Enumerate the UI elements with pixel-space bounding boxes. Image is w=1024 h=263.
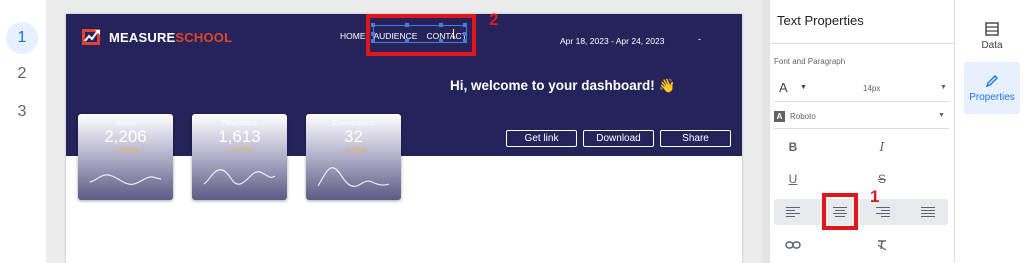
divider bbox=[774, 101, 949, 102]
font-family-icon: A bbox=[774, 111, 785, 122]
scorecard-value: 32 bbox=[344, 127, 363, 146]
chevron-down-icon[interactable]: ▼ bbox=[938, 112, 945, 119]
rail-data-label: Data bbox=[981, 40, 1003, 51]
clear-format-icon[interactable] bbox=[870, 236, 894, 254]
scorecard-views[interactable]: Views 2,206 ↓ -22.3% bbox=[78, 114, 173, 200]
scorecard-value: 1,613 bbox=[218, 127, 261, 146]
sparkline-conversions bbox=[317, 167, 390, 187]
rail-properties-label: Properties bbox=[969, 92, 1015, 103]
sparkline-total-users bbox=[203, 169, 276, 185]
scorecard-title: Conversions bbox=[332, 118, 375, 127]
step-1[interactable]: 1 bbox=[6, 22, 38, 54]
get-link-button[interactable]: Get link bbox=[506, 130, 577, 147]
strikethrough-button[interactable]: S bbox=[870, 170, 894, 188]
scorecard-delta: ↓ -23.7% bbox=[226, 147, 253, 154]
download-button[interactable]: Download bbox=[583, 130, 654, 147]
scorecard-delta: ↓ -17.9% bbox=[340, 147, 367, 154]
divider bbox=[774, 128, 949, 129]
pencil-icon bbox=[985, 75, 998, 88]
text-properties-panel: Text Properties Font and Paragraph A ▼ 1… bbox=[770, 0, 955, 263]
scorecard-conversions[interactable]: Conversions 32 ↓ -17.9% bbox=[306, 114, 401, 200]
italic-button[interactable]: I bbox=[870, 138, 894, 156]
rail-properties-tab[interactable]: Properties bbox=[964, 62, 1020, 114]
underline-button[interactable]: U bbox=[781, 170, 805, 188]
header-dash: - bbox=[698, 34, 701, 44]
link-icon[interactable] bbox=[781, 236, 805, 254]
logo-mark-icon bbox=[81, 26, 103, 48]
annotation-number-1: 1 bbox=[870, 187, 880, 206]
step-list: 1 2 3 bbox=[0, 0, 46, 263]
scorecard-title: Total users bbox=[221, 118, 258, 127]
annotation-number-2: 2 bbox=[489, 10, 499, 29]
share-button[interactable]: Share bbox=[660, 130, 731, 147]
align-justify-icon[interactable] bbox=[921, 206, 935, 218]
bold-button[interactable]: B bbox=[781, 138, 805, 156]
scorecard-value: 2,206 bbox=[104, 127, 147, 146]
font-color-icon[interactable]: A bbox=[779, 80, 788, 95]
step-2[interactable]: 2 bbox=[6, 58, 38, 90]
scorecard-total-users[interactable]: Total users 1,613 ↓ -23.7% bbox=[192, 114, 287, 200]
logo-text-suffix: SCHOOL bbox=[175, 29, 233, 45]
font-size-select[interactable]: 14px bbox=[863, 84, 880, 93]
rail-data-tab[interactable]: Data bbox=[964, 10, 1020, 62]
sparkline-views bbox=[89, 174, 162, 185]
panel-title: Text Properties bbox=[777, 13, 864, 28]
align-left-icon[interactable] bbox=[786, 206, 800, 218]
table-icon bbox=[985, 22, 999, 36]
chevron-down-icon[interactable]: ▼ bbox=[800, 84, 807, 91]
logo: MEASURESCHOOL bbox=[81, 26, 232, 48]
nav-home-link[interactable]: HOME bbox=[340, 31, 366, 41]
logo-text-prefix: MEASURE bbox=[109, 29, 176, 45]
scorecard-delta: ↓ -22.3% bbox=[112, 147, 139, 154]
step-3[interactable]: 3 bbox=[6, 96, 38, 128]
annotation-box-1 bbox=[822, 193, 858, 230]
align-right-icon[interactable] bbox=[876, 206, 890, 218]
scorecard-title: Views bbox=[115, 118, 136, 127]
annotation-box-2 bbox=[366, 14, 476, 56]
panel-divider[interactable] bbox=[762, 0, 770, 263]
right-rail: Data Properties bbox=[956, 0, 1024, 263]
chevron-down-icon[interactable]: ▼ bbox=[940, 84, 947, 91]
divider bbox=[770, 43, 955, 44]
logo-text: MEASURESCHOOL bbox=[109, 30, 232, 45]
date-range-control[interactable]: Apr 18, 2023 - Apr 24, 2023 bbox=[560, 36, 664, 46]
font-family-select[interactable]: Roboto bbox=[790, 112, 816, 121]
welcome-heading: Hi, welcome to your dashboard! 👋 bbox=[450, 78, 676, 93]
font-paragraph-label: Font and Paragraph bbox=[774, 57, 846, 66]
